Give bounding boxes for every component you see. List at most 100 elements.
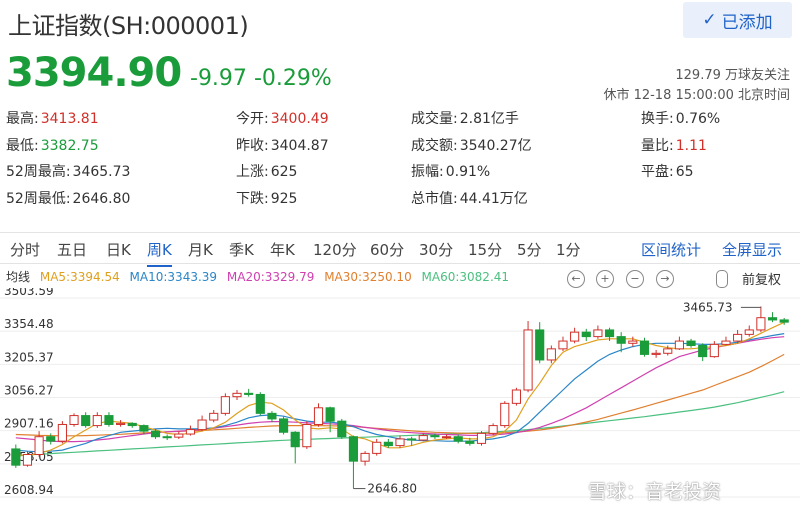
candle-body: [395, 438, 405, 447]
stat-value: 3413.81: [40, 111, 99, 127]
market-status: 休市 12-18 15:00:00 北京时间: [603, 88, 790, 103]
follower-count: 129.79 万球友关注: [675, 68, 790, 83]
y-tick-label: 3354.48: [4, 317, 54, 331]
stat-value: 1.11: [675, 137, 707, 154]
candle-body: [628, 340, 638, 344]
tab-9[interactable]: 30分: [419, 239, 453, 260]
stat-label: 下跌:: [236, 190, 269, 207]
followed-button[interactable]: ✓ 已添加: [683, 2, 792, 38]
candle-body: [779, 319, 789, 323]
tab-7[interactable]: 120分: [313, 239, 357, 260]
ma60-value: MA60:3082.41: [421, 270, 510, 284]
stat-value: 3400.49: [270, 111, 329, 127]
tab-2[interactable]: 日K: [106, 239, 131, 260]
candle-body: [441, 436, 452, 439]
candle-body: [69, 415, 79, 425]
stat-value: 625: [270, 164, 298, 180]
stat-label: 昨收:: [236, 137, 269, 154]
candle-body: [279, 418, 289, 433]
stat-label: 今开:: [236, 111, 269, 127]
candle-body: [127, 422, 137, 427]
stat-item: 总市值: 44.41万亿: [411, 188, 528, 208]
scroll-left-icon[interactable]: ←: [567, 270, 585, 288]
tab-12[interactable]: 1分: [556, 239, 581, 260]
candle-body: [535, 329, 545, 361]
y-tick-label: 3056.27: [4, 383, 54, 397]
candle-body: [150, 430, 161, 438]
candle-body: [174, 433, 184, 438]
stock-title: 上证指数(SH:000001): [8, 12, 249, 40]
candle-body: [209, 412, 219, 421]
current-price: 3394.90: [6, 50, 182, 96]
candle-body: [348, 436, 359, 462]
stat-item: 52周最高: 3465.73: [6, 161, 130, 181]
stat-value: 0.76%: [675, 111, 721, 127]
candle-body: [639, 340, 650, 355]
candle-body: [337, 420, 347, 438]
candle-body: [162, 436, 172, 439]
tab-6[interactable]: 年K: [270, 239, 295, 260]
stat-item: 振幅: 0.91%: [411, 161, 490, 181]
candle-body: [418, 435, 428, 441]
candle-body: [570, 331, 580, 342]
candle-body: [325, 407, 335, 422]
stat-item: 换手: 0.76%: [641, 108, 720, 128]
tab-8[interactable]: 60分: [370, 239, 404, 260]
stat-value: 2646.80: [72, 190, 131, 207]
candle-body: [453, 436, 463, 442]
y-tick-label: 3503.59: [4, 288, 54, 298]
stat-item: 52周最低: 2646.80: [6, 188, 130, 208]
change-value: -9.97: [190, 66, 247, 91]
tab-4[interactable]: 月K: [188, 239, 213, 260]
candle-body: [255, 393, 265, 414]
candle-body: [523, 329, 533, 391]
candle-body: [756, 317, 766, 331]
tab-5[interactable]: 季K: [229, 239, 254, 260]
stat-value: 3540.27亿: [459, 137, 532, 154]
range-stats-link[interactable]: 区间统计: [641, 239, 701, 260]
stat-label: 成交额:: [411, 137, 458, 154]
ma20-value: MA20:3329.79: [226, 270, 315, 284]
candle-body: [383, 441, 393, 447]
tab-1[interactable]: 五日: [57, 239, 87, 260]
candle-body: [686, 340, 696, 347]
adjust-mode[interactable]: 前复权: [742, 269, 781, 288]
y-tick-label: 2608.94: [4, 483, 54, 497]
candle-body: [465, 440, 475, 444]
stat-item: 下跌: 925: [236, 188, 297, 208]
candle-body: [546, 348, 556, 361]
stat-value: 3382.75: [40, 137, 99, 154]
candle-body: [116, 422, 126, 425]
tab-3[interactable]: 周K: [147, 239, 172, 267]
check-icon: ✓: [702, 10, 717, 30]
zoom-out-icon[interactable]: −: [626, 270, 644, 288]
tab-0[interactable]: 分时: [10, 239, 40, 260]
candle-body: [616, 336, 626, 344]
tab-10[interactable]: 15分: [468, 239, 502, 260]
stat-label: 最高:: [6, 111, 39, 127]
candle-body: [104, 415, 114, 425]
candle-body: [767, 317, 778, 321]
ma10-value: MA10:3343.39: [129, 270, 218, 284]
candle-body: [22, 454, 33, 466]
stat-item: 量比: 1.11: [641, 135, 707, 155]
zoom-in-icon[interactable]: +: [596, 270, 614, 288]
scroll-right-icon[interactable]: →: [656, 270, 674, 288]
stat-item: 上涨: 625: [236, 161, 297, 181]
candle-body: [92, 415, 102, 427]
candle-body: [46, 436, 56, 442]
stat-label: 总市值:: [411, 190, 458, 207]
ma30-value: MA30:3250.10: [324, 270, 412, 284]
candle-body: [57, 423, 67, 442]
stat-item: 最高: 3413.81: [6, 108, 99, 128]
stat-value: 0.91%: [445, 164, 491, 180]
candle-body: [232, 392, 242, 398]
candle-body: [11, 448, 21, 466]
fullscreen-link[interactable]: 全屏显示: [722, 239, 782, 260]
stat-value: 925: [270, 190, 298, 207]
stat-value: 65: [675, 164, 694, 180]
tab-11[interactable]: 5分: [517, 239, 542, 260]
adjust-toggle-icon[interactable]: [716, 270, 728, 288]
candle-body: [407, 438, 417, 441]
candle-body: [593, 329, 603, 338]
